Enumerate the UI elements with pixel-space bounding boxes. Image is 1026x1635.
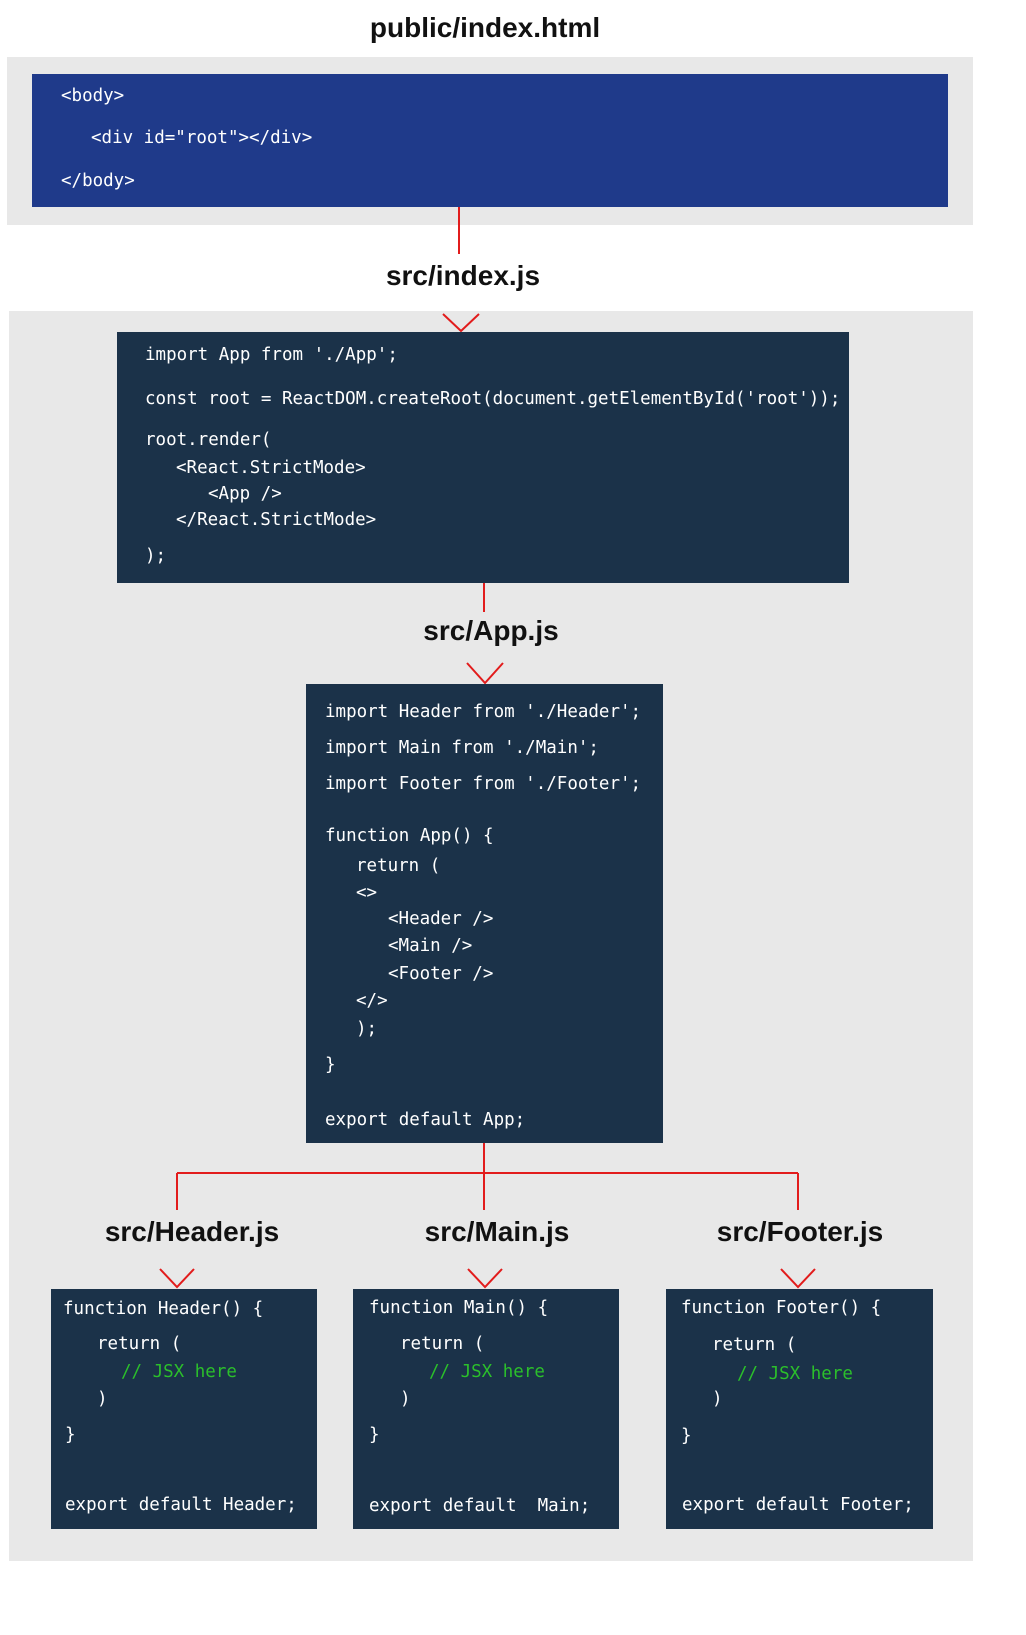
code-line: <Main /> [388,936,473,956]
index-js-code-block: import App from './App'; const root = Re… [117,332,849,583]
code-line: const root = ReactDOM.createRoot(documen… [145,389,841,409]
header-js-code-block: function Header() { return ( // JSX here… [51,1289,317,1529]
arrowhead-main-js [467,1268,503,1289]
index-html-code-block: <body> <div id="root"></div> </body> [32,74,948,207]
arrowhead-footer-js [780,1268,816,1289]
code-line: <Footer /> [388,964,494,984]
footer-js-title: src/Footer.js [716,1216,884,1247]
code-line: import Main from './Main'; [325,738,599,758]
main-js-code-block: function Main() { return ( // JSX here )… [353,1289,619,1529]
code-line: export default App; [325,1110,526,1130]
code-line: export default Footer; [682,1495,914,1515]
code-line: <body> [61,86,125,106]
app-js-code-block: import Header from './Header'; import Ma… [306,684,663,1143]
code-line: return ( [97,1334,182,1354]
code-line: ) [712,1389,723,1409]
code-line: import App from './App'; [145,345,398,365]
main-js-title: src/Main.js [424,1216,570,1247]
code-line: ) [400,1389,411,1409]
code-line: } [369,1425,380,1445]
arrowhead-header-js [159,1268,195,1289]
code-line: <React.StrictMode> [176,458,366,478]
arrowhead-app-js [466,662,504,685]
arrowhead-index-js [442,313,480,333]
code-line: import Header from './Header'; [325,702,642,722]
code-line: export default Header; [65,1495,297,1515]
code-line: ); [356,1019,378,1039]
app-js-title: src/App.js [423,615,559,646]
code-line: <App /> [208,484,282,504]
code-line: export default Main; [369,1496,591,1516]
code-line: <> [356,883,378,903]
code-line: function Footer() { [681,1298,882,1318]
code-line: ); [145,546,167,566]
code-line: </> [356,991,388,1011]
code-line: <Header /> [388,909,494,929]
jsx-comment: // JSX here [121,1362,237,1382]
code-line: function App() { [325,826,494,846]
code-line: </React.StrictMode> [176,510,377,530]
code-line: return ( [356,856,441,876]
code-line: import Footer from './Footer'; [325,774,642,794]
code-line: function Header() { [63,1299,264,1319]
code-line: </body> [61,171,135,191]
index-html-title: public/index.html [369,12,601,43]
code-line: } [325,1055,336,1075]
code-line: } [681,1426,692,1446]
code-line: function Main() { [369,1298,549,1318]
code-line: } [65,1425,76,1445]
code-line: return ( [400,1334,485,1354]
index-js-title: src/index.js [385,260,541,291]
jsx-comment: // JSX here [737,1364,853,1384]
code-line: root.render( [145,430,272,450]
header-js-title: src/Header.js [104,1216,280,1247]
footer-js-code-block: function Footer() { return ( // JSX here… [666,1289,933,1529]
jsx-comment: // JSX here [429,1362,545,1382]
code-line: return ( [712,1335,797,1355]
code-line: <div id="root"></div> [91,128,313,148]
code-line: ) [97,1389,108,1409]
